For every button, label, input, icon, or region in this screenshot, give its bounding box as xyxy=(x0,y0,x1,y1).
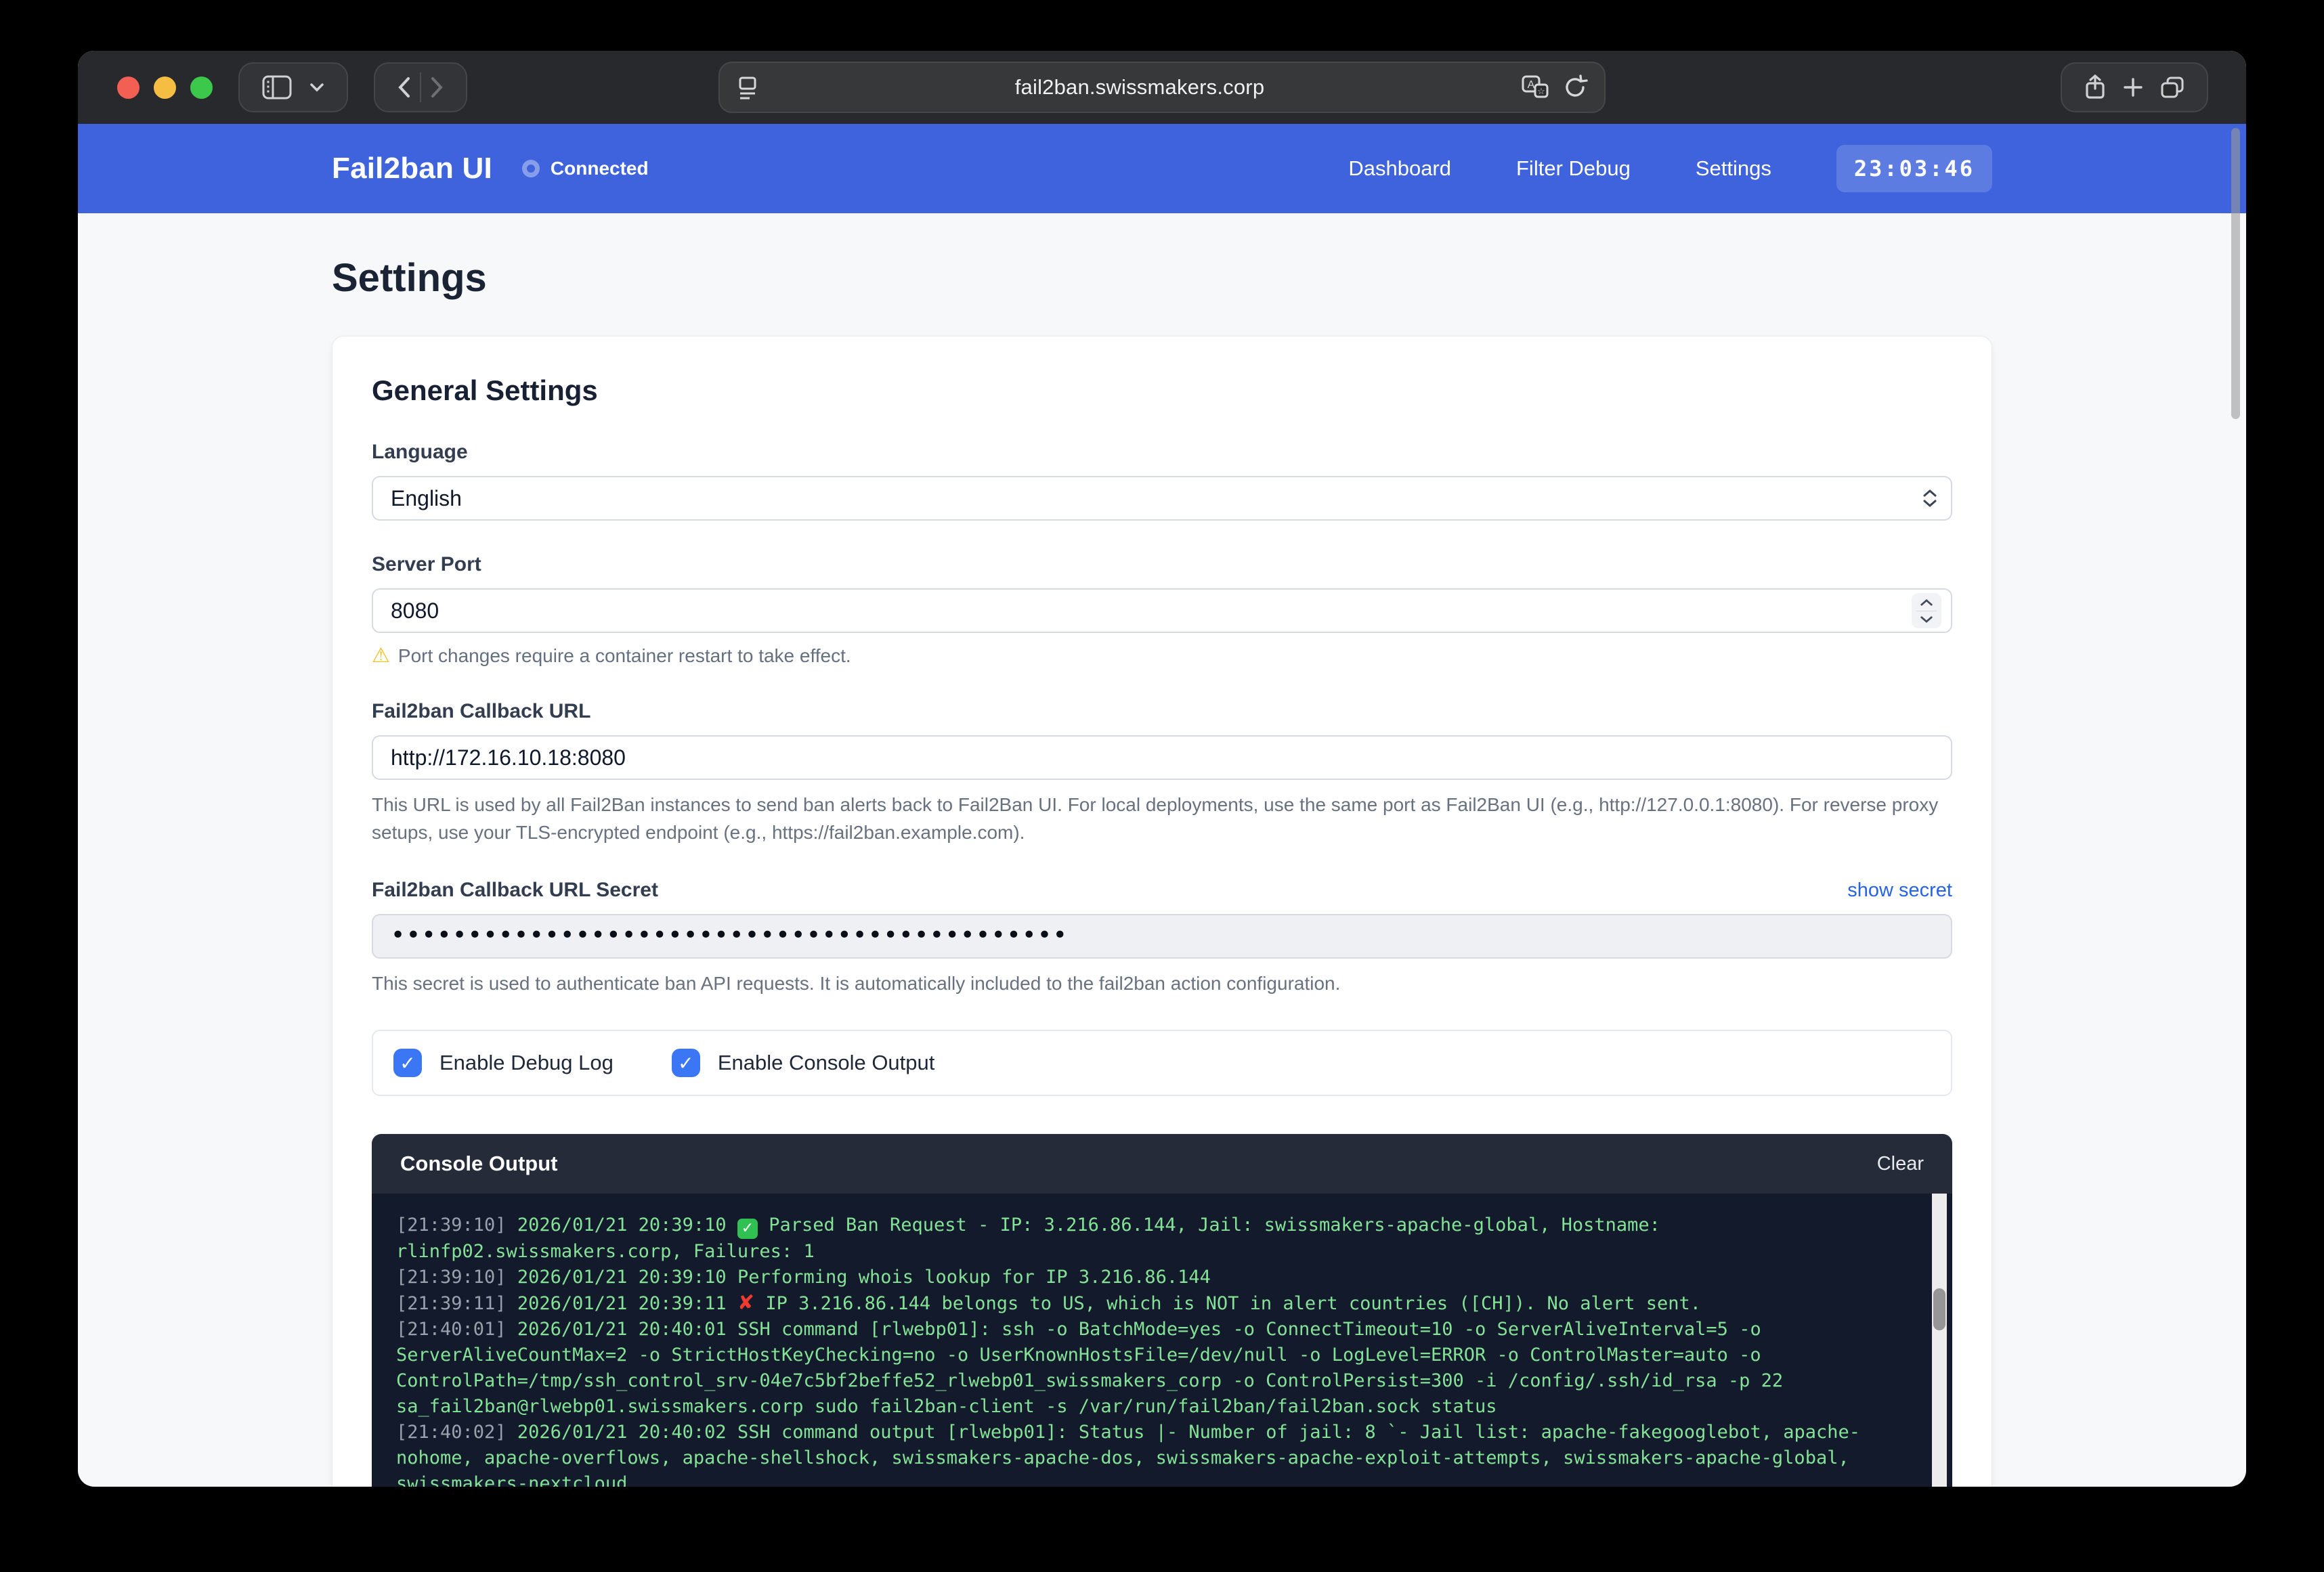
callback-url-help: This URL is used by all Fail2Ban instanc… xyxy=(372,791,1952,846)
callback-secret-field: Fail2ban Callback URL Secret show secret… xyxy=(372,879,1952,997)
log-line: [21:39:10] 2026/01/21 20:39:10 Performin… xyxy=(396,1265,1912,1290)
close-window-button[interactable] xyxy=(117,77,139,99)
console-title: Console Output xyxy=(400,1152,557,1176)
connection-status: Connected xyxy=(522,158,649,179)
language-value: English xyxy=(391,486,462,511)
page-content: Settings General Settings Language Engli… xyxy=(78,213,2246,1487)
callback-secret-help: This secret is used to authenticate ban … xyxy=(372,969,1952,997)
server-port-field: Server Port ⚠ Port changes require a con… xyxy=(372,553,1952,668)
console-header: Console Output Clear xyxy=(372,1134,1952,1194)
page-title: Settings xyxy=(332,255,1992,301)
console-clear-button[interactable]: Clear xyxy=(1877,1153,1924,1175)
callback-secret-label: Fail2ban Callback URL Secret xyxy=(372,879,658,902)
log-line: [21:39:10] 2026/01/21 20:39:10 ✓ Parsed … xyxy=(396,1213,1912,1265)
nav-link-filter-debug[interactable]: Filter Debug xyxy=(1516,156,1631,181)
server-port-input[interactable] xyxy=(372,588,1952,633)
back-button[interactable] xyxy=(389,64,420,111)
status-ring-icon xyxy=(522,160,540,177)
callback-url-input[interactable] xyxy=(372,735,1952,780)
chevron-down-icon xyxy=(309,82,325,93)
language-field: Language English xyxy=(372,441,1952,521)
show-secret-link[interactable]: show secret xyxy=(1847,879,1952,902)
section-title: General Settings xyxy=(372,374,1952,407)
callback-secret-input[interactable]: ••••••••••••••••••••••••••••••••••••••••… xyxy=(372,914,1952,959)
console-output-panel: Console Output Clear [21:39:10] 2026/01/… xyxy=(372,1134,1952,1487)
share-icon xyxy=(2084,74,2107,101)
traffic-lights xyxy=(117,77,213,99)
browser-window: fail2ban.swissmakers.corp A ☆ xyxy=(78,51,2246,1487)
callback-url-label: Fail2ban Callback URL xyxy=(372,700,1952,723)
language-select[interactable]: English xyxy=(372,476,1952,521)
app-navbar: Fail2ban UI Connected Dashboard Filter D… xyxy=(78,124,2246,213)
window-actions-group xyxy=(2061,62,2208,112)
nav-link-settings[interactable]: Settings xyxy=(1696,156,1771,181)
fullscreen-window-button[interactable] xyxy=(190,77,213,99)
console-log: [21:39:10] 2026/01/21 20:39:10 ✓ Parsed … xyxy=(396,1213,1912,1487)
chevron-left-icon xyxy=(397,76,412,99)
log-line: [21:39:11] 2026/01/21 20:39:11 ✘ IP 3.21… xyxy=(396,1290,1912,1317)
address-bar[interactable]: fail2ban.swissmakers.corp A ☆ xyxy=(718,62,1606,113)
logging-options-panel: ✓ Enable Debug Log ✓ Enable Console Outp… xyxy=(372,1030,1952,1096)
port-warning-text: Port changes require a container restart… xyxy=(398,645,851,667)
tabs-icon xyxy=(2159,75,2185,100)
enable-console-output-checkbox[interactable]: ✓ xyxy=(672,1049,700,1077)
new-tab-button[interactable] xyxy=(2115,64,2151,111)
enable-debug-log-label: Enable Debug Log xyxy=(439,1051,614,1075)
sidebar-icon xyxy=(261,74,293,100)
share-button[interactable] xyxy=(2075,64,2115,111)
enable-console-output-label: Enable Console Output xyxy=(718,1051,935,1075)
enable-debug-log-checkbox[interactable]: ✓ xyxy=(393,1049,422,1077)
masked-secret-value: ••••••••••••••••••••••••••••••••••••••••… xyxy=(391,921,1068,949)
console-scrollbar-thumb[interactable] xyxy=(1933,1288,1945,1330)
nav-link-dashboard[interactable]: Dashboard xyxy=(1348,156,1451,181)
sidebar-menu-chevron[interactable] xyxy=(301,64,333,111)
language-label: Language xyxy=(372,441,1952,464)
status-label: Connected xyxy=(551,158,649,179)
page-scrollbar-thumb[interactable] xyxy=(2231,128,2240,419)
select-chevrons-icon xyxy=(1922,489,1937,508)
browser-titlebar: fail2ban.swissmakers.corp A ☆ xyxy=(78,51,2246,124)
reload-icon[interactable] xyxy=(1562,74,1588,101)
address-text[interactable]: fail2ban.swissmakers.corp xyxy=(759,75,1520,100)
sidebar-toggle-button[interactable] xyxy=(253,64,301,111)
server-port-label: Server Port xyxy=(372,553,1952,576)
chevron-right-icon xyxy=(429,76,444,99)
sidebar-button-group xyxy=(238,62,348,112)
warning-triangle-icon: ⚠ xyxy=(372,644,390,668)
app-brand: Fail2ban UI xyxy=(332,152,492,185)
console-body: [21:39:10] 2026/01/21 20:39:10 ✓ Parsed … xyxy=(372,1194,1952,1487)
log-line: [21:40:01] 2026/01/21 20:40:01 SSH comma… xyxy=(396,1317,1912,1420)
tab-overview-button[interactable] xyxy=(2151,64,2193,111)
minimize-window-button[interactable] xyxy=(154,77,176,99)
svg-text:☆: ☆ xyxy=(1537,86,1545,96)
svg-text:A: A xyxy=(1528,79,1535,91)
cross-emoji-icon: ✘ xyxy=(737,1291,754,1315)
callback-url-field: Fail2ban Callback URL This URL is used b… xyxy=(372,700,1952,846)
plus-icon xyxy=(2123,77,2143,97)
number-stepper[interactable] xyxy=(1912,593,1941,628)
forward-button[interactable] xyxy=(421,64,452,111)
translate-icon[interactable]: A ☆ xyxy=(1520,74,1550,101)
clock-badge: 23:03:46 xyxy=(1836,145,1992,192)
log-line: [21:40:02] 2026/01/21 20:40:02 SSH comma… xyxy=(396,1420,1912,1487)
history-nav-group xyxy=(374,62,467,112)
reader-view-icon[interactable] xyxy=(736,74,759,101)
console-scrollbar-track[interactable] xyxy=(1932,1194,1947,1487)
check-emoji-icon: ✓ xyxy=(737,1219,758,1239)
port-warning: ⚠ Port changes require a container resta… xyxy=(372,644,1952,668)
general-settings-card: General Settings Language English Server… xyxy=(332,336,1992,1487)
